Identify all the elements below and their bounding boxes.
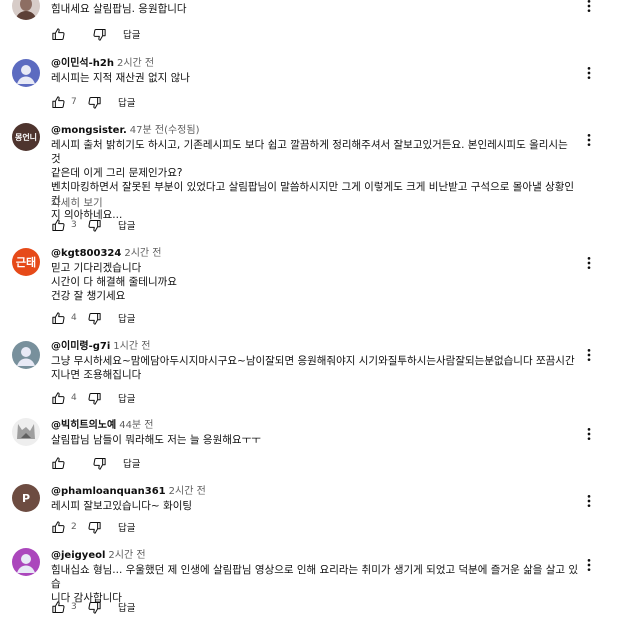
like-count: 2	[71, 522, 77, 532]
more-vert-icon[interactable]	[581, 493, 597, 509]
reply-button[interactable]: 답글	[118, 600, 135, 614]
thumbs-down-icon[interactable]	[85, 216, 103, 234]
like-count: 4	[71, 393, 77, 403]
comment-header: @phamloanquan361 2시간 전	[51, 484, 206, 498]
avatar[interactable]	[12, 418, 40, 446]
reply-button[interactable]: 답글	[118, 311, 135, 325]
more-vert-icon[interactable]	[581, 347, 597, 363]
more-vert-icon[interactable]	[581, 132, 597, 148]
comment-text: 힘내세요 살림팝님. 응원합니다	[51, 3, 187, 15]
avatar[interactable]	[12, 0, 40, 20]
avatar-initials: 근태	[15, 256, 37, 269]
comment-time[interactable]: 1시간 전	[113, 341, 150, 352]
thumbs-up-icon[interactable]	[49, 25, 67, 43]
comment-header: @jeigyeol 2시간 전	[51, 548, 146, 562]
thumbs-up-icon[interactable]	[49, 93, 67, 111]
more-vert-icon[interactable]	[581, 557, 597, 573]
thumbs-up-icon[interactable]	[49, 389, 67, 407]
more-vert-icon[interactable]	[581, 426, 597, 442]
thumbs-down-icon[interactable]	[85, 598, 103, 616]
comment-actions: 7 답글	[49, 93, 135, 111]
avatar[interactable]: 몽언니	[12, 123, 40, 151]
comment-author[interactable]: @phamloanquan361	[51, 486, 166, 497]
comment-time[interactable]: 2시간 전	[169, 486, 206, 497]
read-more-button[interactable]: 자세히 보기	[51, 196, 103, 210]
avatar-initials: P	[21, 491, 31, 505]
comment-actions: 2 답글	[49, 518, 135, 536]
comment-text: 살림팝님 남들이 뭐라해도 저는 늘 응원해요ㅜㅜ	[51, 434, 261, 446]
reply-button[interactable]: 답글	[123, 27, 140, 41]
comment-actions: 3 답글	[49, 216, 135, 234]
more-vert-icon[interactable]	[581, 65, 597, 81]
thumbs-down-icon[interactable]	[85, 93, 103, 111]
like-count: 4	[71, 313, 77, 323]
comment-time[interactable]: 2시간 전	[108, 550, 145, 561]
thumbs-up-icon[interactable]	[49, 598, 67, 616]
comment-actions: 답글	[49, 454, 140, 472]
reply-button[interactable]: 답글	[118, 520, 135, 534]
comment-actions: 3 답글	[49, 598, 135, 616]
comment-text: 믿고 기다리겠습니다 시간이 다 해결해 줄테니까요 건강 잘 챙기세요	[51, 262, 177, 302]
comment-header: @이미령-g7i 1시간 전	[51, 339, 150, 353]
thumbs-down-icon[interactable]	[90, 25, 108, 43]
comment-time[interactable]: 47분 전(수정됨)	[130, 125, 200, 136]
comments-list: @yanajung200143분 전힘내세요 살림팝님. 응원합니다답글@이민석…	[0, 0, 640, 621]
comment-time[interactable]: 2시간 전	[117, 58, 154, 69]
comment-author[interactable]: @jeigyeol	[51, 550, 105, 561]
thumbs-down-icon[interactable]	[85, 518, 103, 536]
avatar[interactable]	[12, 341, 40, 369]
thumbs-down-icon[interactable]	[90, 454, 108, 472]
thumbs-up-icon[interactable]	[49, 454, 67, 472]
comment-text: 레시피 잘보고있습니다~ 화이팅	[51, 500, 193, 512]
reply-button[interactable]: 답글	[118, 218, 135, 232]
comment-header: @mongsister. 47분 전(수정됨)	[51, 123, 200, 137]
avatar[interactable]: P	[12, 484, 40, 512]
comment-actions: 4 답글	[49, 309, 135, 327]
like-count: 7	[71, 97, 77, 107]
reply-button[interactable]: 답글	[123, 456, 140, 470]
thumbs-up-icon[interactable]	[49, 309, 67, 327]
comment-header: @빅히트의노예 44분 전	[51, 418, 154, 432]
like-count: 3	[71, 220, 77, 230]
avatar[interactable]	[12, 548, 40, 576]
comment-header: @이민석-h2h 2시간 전	[51, 56, 154, 70]
comment-time[interactable]: 44분 전	[119, 420, 153, 431]
comment-text: 그냥 무시하세요~맘에담아두시지마시구요~남이잘되면 응원해줘야지 시기와질투하…	[51, 355, 575, 381]
reply-button[interactable]: 답글	[118, 391, 135, 405]
more-vert-icon[interactable]	[581, 0, 597, 14]
thumbs-down-icon[interactable]	[85, 389, 103, 407]
comment-time[interactable]: 2시간 전	[124, 248, 161, 259]
avatar[interactable]	[12, 59, 40, 87]
comment-header: @kgt800324 2시간 전	[51, 246, 162, 260]
reply-button[interactable]: 답글	[118, 95, 135, 109]
comment-author[interactable]: @mongsister.	[51, 125, 127, 136]
thumbs-up-icon[interactable]	[49, 518, 67, 536]
comment-actions: 4 답글	[49, 389, 135, 407]
comment-text: 레시피 출처 밝히기도 하시고, 기존레시피도 보다 쉽고 깔끔하게 정리해주셔…	[51, 139, 575, 221]
avatar[interactable]: 근태	[12, 248, 40, 276]
comment-text: 레시피는 지적 재산권 없지 않나	[51, 72, 190, 84]
comment-author[interactable]: @이민석-h2h	[51, 58, 114, 69]
comment-author[interactable]: @kgt800324	[51, 248, 121, 259]
comment-author[interactable]: @이미령-g7i	[51, 341, 110, 352]
thumbs-down-icon[interactable]	[85, 309, 103, 327]
comment-actions: 답글	[49, 25, 140, 43]
more-vert-icon[interactable]	[581, 255, 597, 271]
comment-author[interactable]: @빅히트의노예	[51, 420, 116, 431]
thumbs-up-icon[interactable]	[49, 216, 67, 234]
avatar-initials: 몽언니	[14, 132, 38, 142]
like-count: 3	[71, 602, 77, 612]
